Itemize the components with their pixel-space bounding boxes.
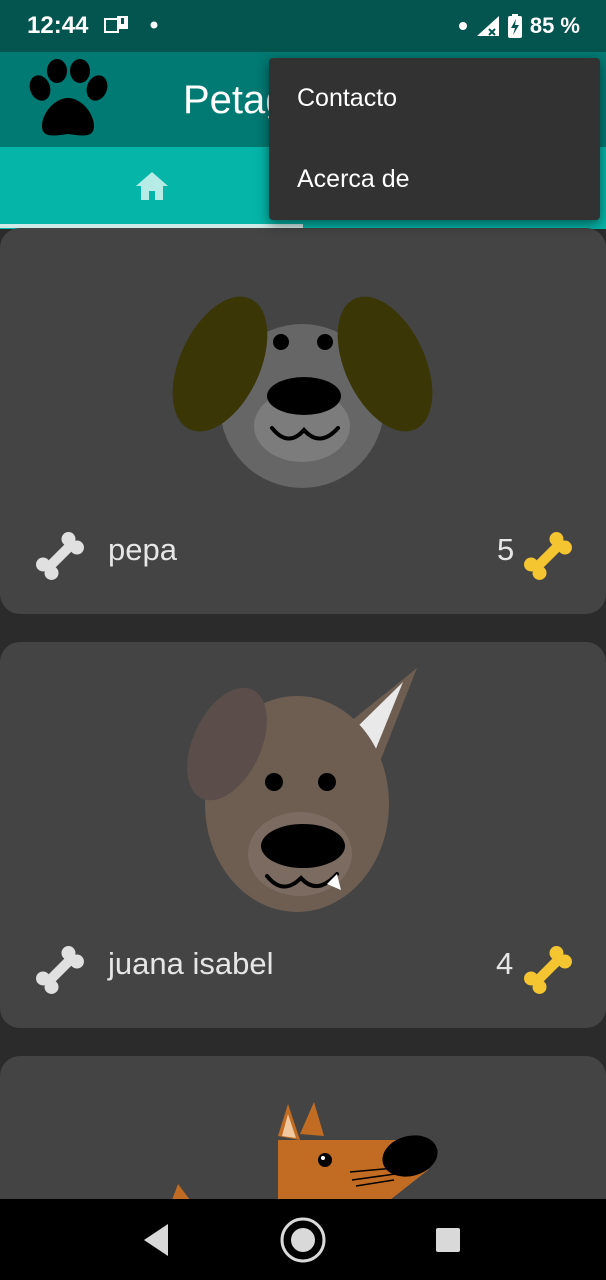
- overflow-menu: Contacto Acerca de: [269, 58, 600, 220]
- menu-item-label: Contacto: [297, 84, 398, 112]
- signal-icon: [476, 16, 499, 36]
- dog-pointy-ear-image: [187, 668, 417, 912]
- home-icon: [136, 172, 168, 200]
- menu-item-label: Acerca de: [297, 165, 410, 193]
- bone-white-icon: [36, 946, 84, 994]
- status-time: 12:44: [27, 12, 89, 39]
- menu-item-acerca-de[interactable]: Acerca de: [269, 139, 600, 220]
- sim-notification-icon: [104, 16, 158, 33]
- paw-icon: [29, 59, 108, 136]
- status-right-group: 85 %: [458, 12, 580, 40]
- like-count: 4: [496, 946, 514, 981]
- dog-brown-image: [172, 1102, 438, 1200]
- home-circle-icon[interactable]: [279, 1216, 327, 1264]
- back-icon[interactable]: [140, 1222, 174, 1258]
- like-count: 5: [497, 532, 515, 567]
- pet-name: pepa: [108, 532, 177, 567]
- pet-card-1[interactable]: pepa 5: [0, 228, 606, 614]
- battery-percent: 85 %: [529, 13, 580, 38]
- dog-floppy-ears-image: [172, 296, 433, 488]
- battery-icon: [507, 14, 522, 38]
- recents-icon[interactable]: [435, 1227, 461, 1253]
- pet-name: juana isabel: [108, 946, 274, 981]
- menu-item-contacto[interactable]: Contacto: [269, 58, 600, 139]
- pet-card-2[interactable]: juana isabel 4: [0, 642, 606, 1028]
- dot-icon: [458, 22, 467, 30]
- bone-white-icon: [36, 532, 84, 580]
- bone-gold-icon[interactable]: [520, 942, 576, 998]
- bone-gold-icon[interactable]: [520, 528, 576, 584]
- tab-home[interactable]: [0, 147, 303, 227]
- status-bar: 12:44 85 %: [0, 0, 606, 52]
